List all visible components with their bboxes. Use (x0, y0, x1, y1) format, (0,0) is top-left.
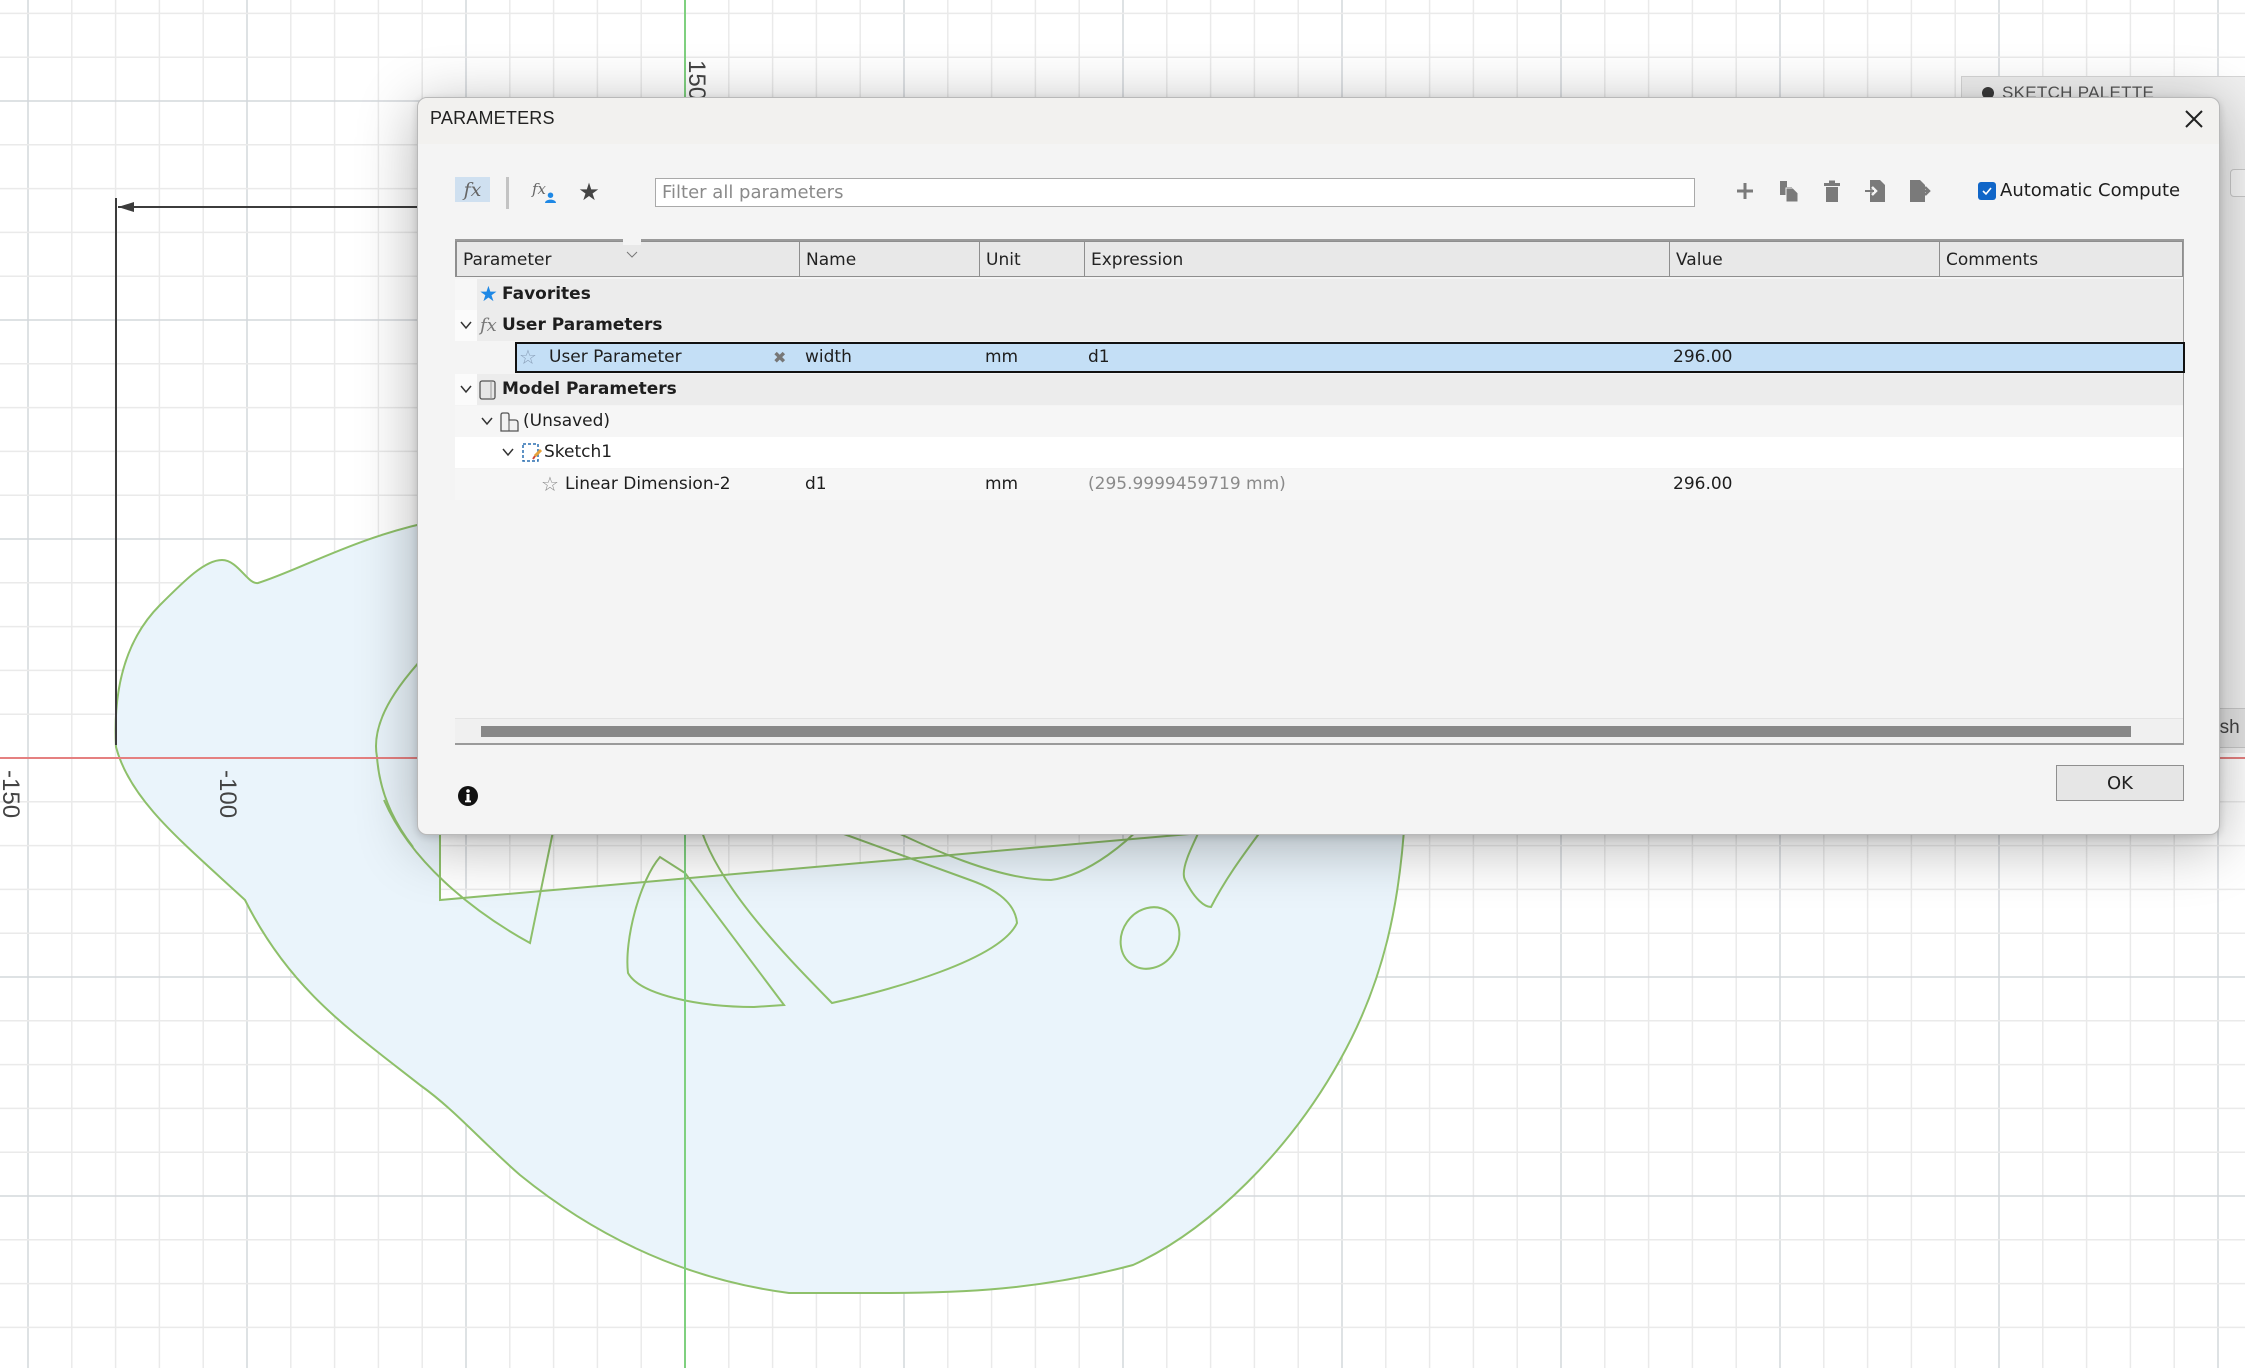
component-icon (500, 412, 519, 432)
delete-parameter-button[interactable] (1816, 175, 1848, 207)
document-row[interactable]: (Unsaved) (455, 406, 2183, 437)
trash-icon (1824, 180, 1840, 202)
column-header-unit[interactable]: Unit (979, 241, 1085, 277)
star-icon: ★ (578, 178, 600, 206)
axis-label-neg100: -100 (214, 770, 241, 819)
chevron-down-icon[interactable] (501, 445, 515, 459)
table-row[interactable]: ☆ Linear Dimension-2 d1 mm (295.99994597… (455, 469, 2183, 500)
copy-icon (1780, 181, 1799, 203)
axis-label-neg150: -150 (0, 770, 24, 819)
model-parameters-group-row[interactable]: Model Parameters (455, 374, 2183, 405)
column-label: Value (1676, 250, 1723, 270)
axis-label-150: 150 (683, 60, 710, 101)
table-header: Parameter Name Unit Expression Value Com… (455, 236, 2183, 279)
info-icon[interactable] (457, 785, 479, 807)
model-parameters-label: Model Parameters (502, 379, 677, 399)
column-header-parameter[interactable]: Parameter (455, 236, 800, 277)
chevron-down-icon[interactable] (459, 318, 473, 332)
add-icon (1737, 183, 1753, 199)
parameters-table: Parameter Name Unit Expression Value Com… (455, 236, 2185, 745)
model-icon (479, 380, 496, 400)
unit-cell: mm (985, 474, 1019, 494)
column-header-expression[interactable]: Expression (1084, 241, 1670, 277)
user-parameters-group-row[interactable]: fx User Parameters (455, 310, 2183, 341)
automatic-compute-label: Automatic Compute (2000, 180, 2181, 201)
column-label: Name (806, 250, 857, 270)
import-parameters-button[interactable] (1860, 175, 1892, 207)
name-cell[interactable]: width (805, 342, 852, 373)
toolbar-separator (506, 177, 509, 209)
table-row[interactable]: ☆ User Parameter ✖ width mm d1 296.00 (455, 342, 2185, 373)
favorites-row[interactable]: ★ Favorites (455, 279, 2183, 310)
palette-option-control[interactable] (2230, 169, 2245, 197)
close-icon (2185, 110, 2203, 128)
selection-highlight (515, 342, 2185, 373)
copy-parameter-button[interactable] (1773, 175, 1805, 207)
favorites-filter-button[interactable]: ★ (574, 177, 604, 207)
fx-icon: fx (480, 315, 497, 336)
favorite-star-outline-icon[interactable]: ☆ (541, 469, 559, 500)
parameter-cell: Linear Dimension-2 (565, 474, 731, 494)
expression-cell[interactable]: d1 (1088, 342, 1110, 373)
automatic-compute-checkbox[interactable]: Automatic Compute (1978, 180, 2180, 201)
favorite-star-outline-icon[interactable]: ☆ (519, 342, 537, 373)
chevron-down-icon[interactable] (480, 414, 494, 428)
column-label: Unit (986, 250, 1021, 270)
sketch-label: Sketch1 (544, 442, 613, 462)
dialog-title: PARAMETERS (430, 108, 555, 128)
checkbox-checked-icon (1978, 181, 1996, 200)
person-icon (545, 192, 556, 203)
sort-chevron-icon[interactable] (623, 236, 641, 258)
parameters-dialog: PARAMETERS fx fx ★ Automatic Com (417, 97, 2220, 835)
row-gutter (455, 279, 477, 310)
dimension-arrow-icon (118, 202, 134, 212)
column-label: Comments (1946, 250, 2039, 270)
fx-user-icon: fx (531, 180, 546, 198)
export-parameters-button[interactable] (1903, 175, 1935, 207)
sketch-row[interactable]: Sketch1 (455, 437, 2183, 468)
column-header-name[interactable]: Name (799, 241, 980, 277)
unit-cell[interactable]: mm (985, 342, 1018, 373)
scrollbar-thumb[interactable] (481, 726, 2131, 737)
close-button[interactable] (2181, 106, 2207, 132)
user-parameters-label: User Parameters (502, 315, 663, 335)
filter-parameters-input[interactable] (655, 178, 1695, 207)
export-icon (1910, 180, 1931, 202)
name-cell[interactable]: d1 (805, 469, 827, 500)
value-cell: 296.00 (1673, 347, 1733, 367)
column-header-value[interactable]: Value (1669, 241, 1940, 277)
delete-row-icon[interactable]: ✖ (773, 342, 786, 373)
document-label: (Unsaved) (523, 411, 611, 431)
favorites-star-icon: ★ (479, 282, 498, 306)
favorites-label: Favorites (502, 284, 591, 304)
add-parameter-button[interactable] (1729, 175, 1761, 207)
fx-icon: fx (463, 178, 482, 201)
dialog-title-bar[interactable]: PARAMETERS (418, 98, 2219, 144)
sketch-icon (522, 443, 543, 462)
horizontal-scrollbar[interactable] (455, 718, 2183, 745)
column-header-comments[interactable]: Comments (1939, 241, 2183, 277)
user-parameters-filter-button[interactable]: fx (526, 177, 560, 207)
parameters-toolbar: fx fx ★ Automatic Compute (418, 168, 2219, 218)
value-cell: 296.00 (1673, 474, 1733, 494)
ok-button[interactable]: OK (2056, 765, 2184, 801)
import-icon (1865, 180, 1885, 202)
column-label: Parameter (463, 250, 552, 270)
parameter-cell: User Parameter (549, 347, 682, 367)
expression-cell[interactable]: (295.9999459719 mm) (1088, 469, 1286, 500)
chevron-down-icon[interactable] (459, 382, 473, 396)
column-label: Expression (1091, 250, 1184, 270)
all-parameters-button[interactable]: fx (455, 177, 490, 202)
